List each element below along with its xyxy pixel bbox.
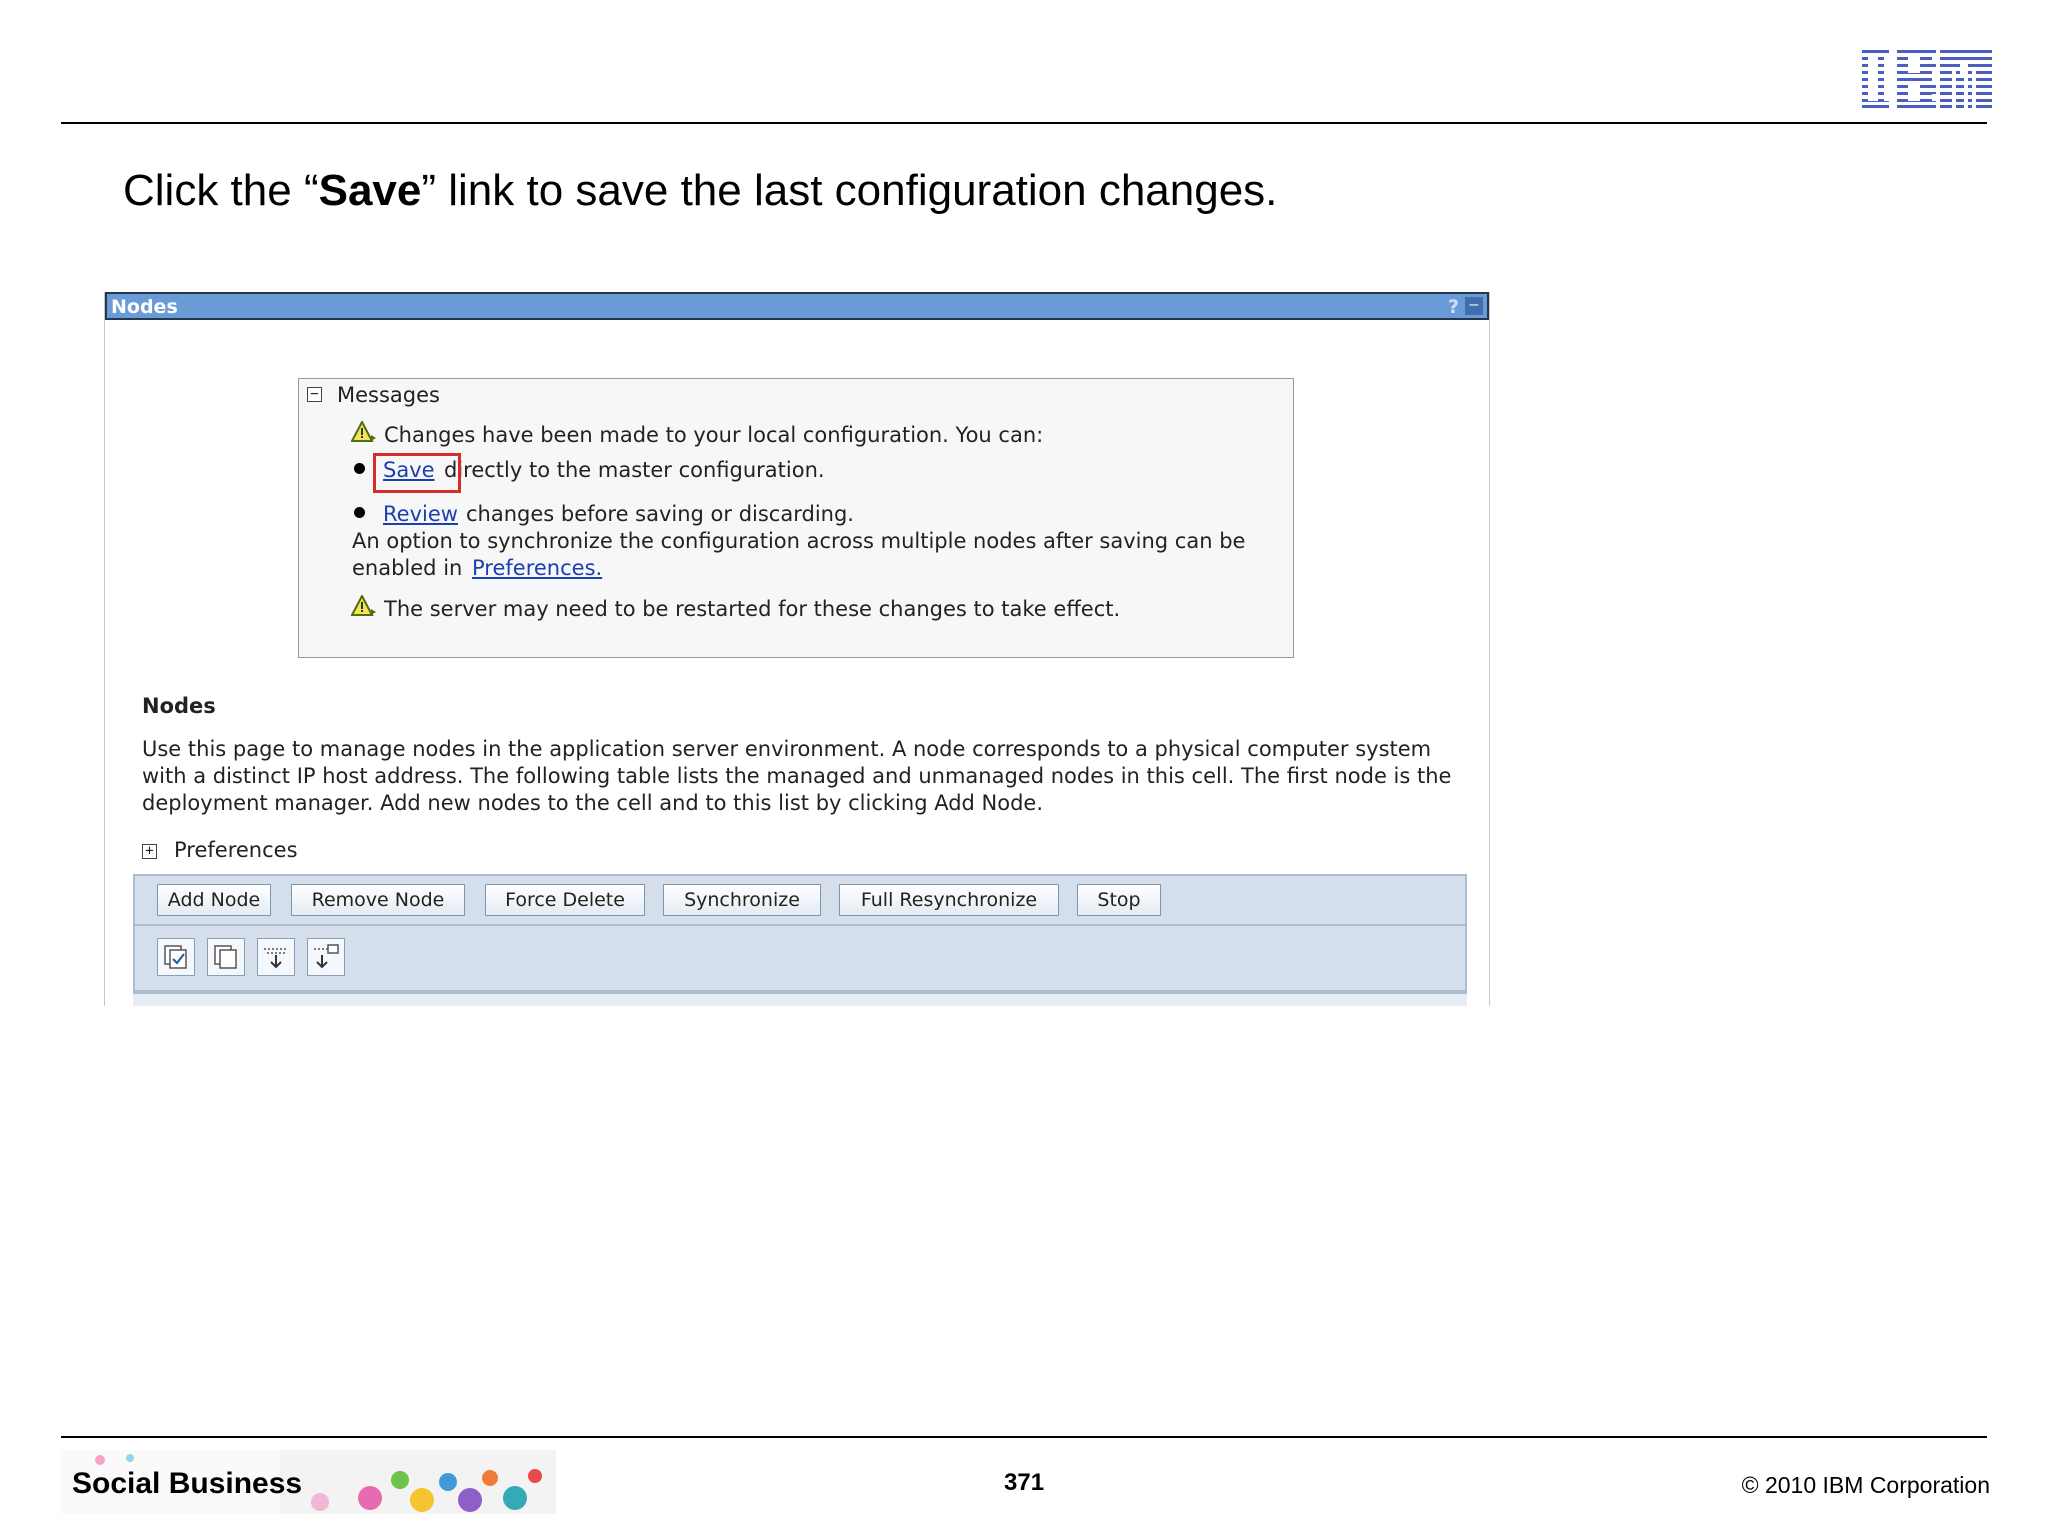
synchronize-button[interactable]: Synchronize <box>663 884 821 916</box>
ibm-logo <box>1858 50 1992 108</box>
save-description: directly to the master configuration. <box>444 458 825 482</box>
help-icon[interactable]: ? <box>1448 296 1459 318</box>
nodes-heading: Nodes <box>142 694 216 718</box>
header-rule <box>61 122 1987 124</box>
sync-option-text: An option to synchronize the configurati… <box>352 529 1246 553</box>
collapse-minus-icon[interactable]: − <box>307 387 322 402</box>
slide-headline: Click the “Save” link to save the last c… <box>123 164 1277 218</box>
deselect-all-icon[interactable] <box>207 938 245 976</box>
preferences-link[interactable]: Preferences. <box>472 554 602 582</box>
full-resynchronize-button[interactable]: Full Resynchronize <box>839 884 1059 916</box>
review-link[interactable]: Review <box>383 500 458 528</box>
review-description: changes before saving or discarding. <box>466 502 854 526</box>
bullet-dot <box>354 507 365 518</box>
page-number: 371 <box>1004 1469 1045 1496</box>
bullet-dot <box>354 463 365 474</box>
nodes-panel-screenshot: Nodes ? – − Messages Changes have been m… <box>104 292 1490 1006</box>
table-toolbar <box>133 926 1467 992</box>
headline-text-after: ” link to save the last configuration ch… <box>421 166 1278 215</box>
message-changes-made: Changes have been made to your local con… <box>384 423 1044 447</box>
expand-plus-icon[interactable]: + <box>142 844 157 859</box>
minimize-icon[interactable]: – <box>1465 297 1483 315</box>
select-all-icon[interactable] <box>157 938 195 976</box>
copyright-notice: © 2010 IBM Corporation <box>1741 1472 1990 1498</box>
message-restart-needed: The server may need to be restarted for … <box>384 597 1121 621</box>
panel-title: Nodes <box>111 296 178 318</box>
panel-title-bar: Nodes ? – <box>105 292 1489 320</box>
show-filter-icon[interactable] <box>257 938 295 976</box>
messages-title: Messages <box>337 383 440 407</box>
warning-icon <box>351 595 376 616</box>
sync-option-text-prefix: enabled in <box>352 556 463 580</box>
headline-text-before: Click the “ <box>123 166 319 215</box>
footer-brand: Social Business <box>72 1467 303 1500</box>
nodes-table-header-partial <box>133 992 1467 1006</box>
preferences-section-label[interactable]: Preferences <box>174 836 298 864</box>
stop-button[interactable]: Stop <box>1077 884 1161 916</box>
headline-bold-save: Save <box>318 166 422 215</box>
force-delete-button[interactable]: Force Delete <box>485 884 645 916</box>
save-link-highlight-box <box>373 453 461 493</box>
node-actions-bar: Add Node Remove Node Force Delete Synchr… <box>133 874 1467 926</box>
remove-node-button[interactable]: Remove Node <box>291 884 465 916</box>
footer-rule <box>61 1436 1987 1438</box>
add-node-button[interactable]: Add Node <box>157 884 271 916</box>
clear-filter-icon[interactable] <box>307 938 345 976</box>
messages-box: − Messages Changes have been made to you… <box>298 378 1294 658</box>
warning-icon <box>351 421 376 442</box>
nodes-description: Use this page to manage nodes in the app… <box>142 737 1452 815</box>
